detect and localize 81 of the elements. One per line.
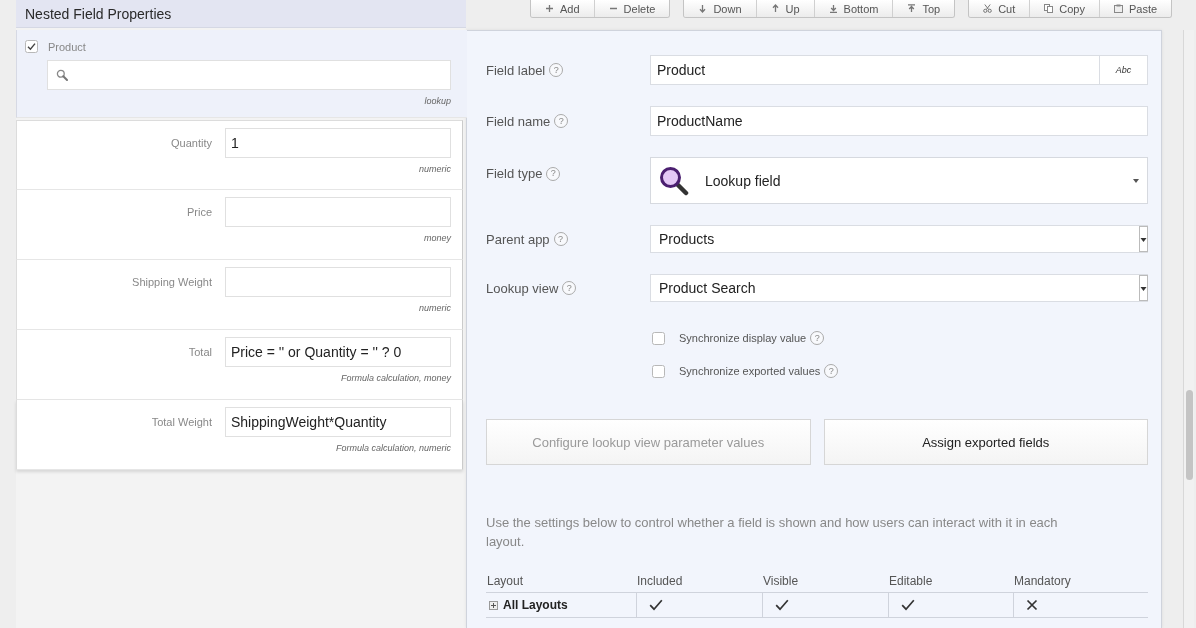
help-button[interactable]: ? (549, 63, 564, 77)
toolbar-button[interactable]: Up (756, 0, 815, 17)
toolbar-button[interactable]: Down (684, 0, 757, 17)
field-row[interactable]: Quantity 1 numeric (16, 120, 463, 190)
panel-title: Nested Field Properties (16, 0, 466, 28)
toolbar-button[interactable]: Bottom (814, 0, 894, 17)
help-button[interactable]: ? (562, 281, 577, 295)
search-icon (56, 69, 68, 81)
text-style-button[interactable]: Abc (1100, 55, 1148, 85)
text-field[interactable]: ProductName (650, 106, 1148, 136)
checkbox[interactable] (25, 40, 38, 53)
field-label: Quantity (171, 137, 212, 150)
field-label: Parent app (486, 231, 550, 247)
column-header: Included (637, 574, 683, 588)
field-label: Shipping Weight (132, 276, 212, 289)
check-icon[interactable] (775, 599, 789, 611)
layout-name: All Layouts (503, 598, 568, 612)
caret-icon (1133, 178, 1139, 183)
field-label: Product (48, 40, 86, 53)
field-type-note: Formula calculation, numeric (335, 443, 451, 454)
scissors-icon (983, 4, 993, 13)
column-header: Editable (889, 574, 933, 588)
action-button[interactable]: Assign exported fields (823, 419, 1148, 465)
arrow-down-icon (698, 4, 708, 13)
column-header: Mandatory (1014, 574, 1071, 588)
toolbar-button[interactable]: Delete (594, 0, 670, 17)
text-field[interactable] (225, 267, 451, 297)
column-header: Visible (763, 574, 799, 588)
text-field[interactable]: ShippingWeight*Quantity (225, 407, 451, 437)
text-field[interactable]: Price = '' or Quantity = '' ? 0 (225, 337, 451, 367)
field-label: Price (186, 206, 212, 219)
search-field[interactable] (47, 60, 451, 90)
dropdown[interactable]: Product Search (650, 274, 1148, 302)
arrow-to-bottom-icon (828, 4, 838, 13)
arrow-up-icon (770, 4, 780, 13)
plus-icon (545, 4, 554, 13)
checkbox-label: Synchronize display value (679, 332, 807, 344)
toolbar-button[interactable]: Copy (1030, 0, 1100, 17)
magnifier-icon (659, 165, 689, 196)
field-type-note: numeric (419, 164, 451, 175)
checkbox[interactable] (652, 331, 665, 345)
field-label: Field type (486, 166, 543, 181)
check-icon[interactable] (649, 599, 663, 611)
field-row[interactable]: Shipping Weight numeric (16, 260, 463, 330)
help-button[interactable]: ? (824, 364, 839, 378)
text-field[interactable]: Product (650, 55, 1100, 85)
copy-icon (1044, 4, 1054, 13)
checkbox[interactable] (652, 364, 665, 378)
help-text: Use the settings below to control whether a field is shown and how users can interact with it in each layout. (486, 514, 1059, 551)
help-button[interactable]: ? (810, 331, 825, 345)
dropdown[interactable]: Products (650, 225, 1148, 253)
expand-icon[interactable] (489, 600, 498, 610)
toolbar-button[interactable]: Add (531, 0, 595, 17)
field-label: Field label (486, 62, 546, 78)
clipboard-icon (1114, 4, 1123, 13)
arrow-to-top-icon (907, 4, 917, 13)
field-type-note: numeric (419, 303, 451, 314)
field-label: Total (188, 346, 212, 359)
field-label: Total Weight (151, 416, 212, 429)
field-type-dropdown[interactable]: Lookup field (650, 157, 1148, 204)
toolbar-button[interactable]: Top (893, 0, 955, 17)
field-label: Field name (486, 113, 551, 129)
toolbar-button[interactable]: Paste (1100, 0, 1172, 17)
field-type-note: money (424, 233, 451, 244)
checkbox-label: Synchronize exported values (679, 365, 821, 377)
help-button[interactable]: ? (554, 114, 569, 128)
scrollbar-thumb[interactable] (1186, 390, 1193, 480)
help-button[interactable]: ? (546, 166, 561, 181)
field-row[interactable]: Total Price = '' or Quantity = '' ? 0 Formula calculation, money (16, 330, 463, 400)
field-row[interactable]: Total Weight ShippingWeight*Quantity Formula calculation, numeric (16, 400, 463, 470)
field-type-note: lookup (424, 96, 451, 107)
toolbar-button[interactable]: Cut (969, 0, 1031, 17)
text-field[interactable] (225, 197, 451, 227)
field-label: Lookup view (486, 280, 559, 296)
field-row[interactable]: Price money (16, 190, 463, 260)
check-icon[interactable] (901, 599, 915, 611)
cross-icon[interactable] (1026, 599, 1038, 611)
help-button[interactable]: ? (553, 232, 568, 246)
column-header: Layout (487, 574, 524, 588)
text-field[interactable]: 1 (225, 128, 451, 158)
field-type-note: Formula calculation, money (340, 373, 451, 384)
